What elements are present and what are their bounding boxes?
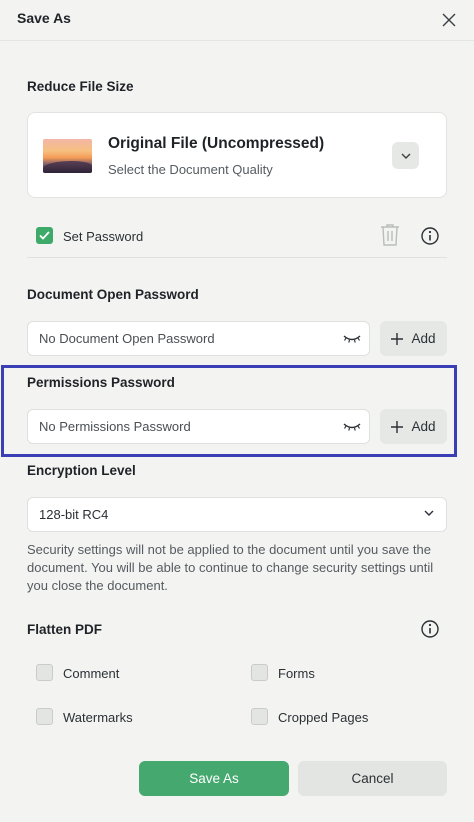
add-open-password-button[interactable]: Add [380, 321, 447, 356]
close-button[interactable] [436, 7, 462, 33]
set-password-label: Set Password [63, 229, 144, 244]
info-icon[interactable] [420, 226, 440, 246]
cropped-pages-checkbox[interactable] [251, 708, 268, 725]
watermarks-label: Watermarks [63, 710, 133, 725]
forms-label: Forms [278, 666, 315, 681]
document-thumbnail [43, 139, 92, 173]
set-password-checkbox[interactable] [36, 227, 53, 244]
title-bar: Save As [0, 0, 474, 41]
info-icon[interactable] [420, 619, 440, 639]
add-permissions-password-button[interactable]: Add [380, 409, 447, 444]
cancel-button[interactable]: Cancel [298, 761, 447, 796]
open-password-label: Document Open Password [27, 287, 199, 302]
compression-option-card[interactable]: Original File (Uncompressed) Select the … [27, 112, 447, 198]
open-password-field[interactable]: No Document Open Password [27, 321, 370, 356]
comment-checkbox[interactable] [36, 664, 53, 681]
comment-label: Comment [63, 666, 120, 681]
add-label: Add [411, 331, 436, 346]
open-password-placeholder: No Document Open Password [39, 331, 215, 346]
save-as-button[interactable]: Save As [139, 761, 289, 796]
compression-option-title: Original File (Uncompressed) [108, 135, 325, 152]
reduce-file-size-label: Reduce File Size [27, 79, 134, 94]
checkmark-icon [39, 231, 50, 240]
flatten-pdf-label: Flatten PDF [27, 622, 103, 637]
encryption-level-label: Encryption Level [27, 463, 136, 478]
permissions-password-label: Permissions Password [27, 375, 175, 390]
trash-icon[interactable] [379, 223, 401, 247]
plus-icon [391, 420, 404, 433]
security-note: Security settings will not be applied to… [27, 542, 434, 593]
permissions-password-placeholder: No Permissions Password [39, 419, 191, 434]
dialog-title: Save As [17, 10, 71, 26]
cropped-pages-label: Cropped Pages [278, 710, 369, 725]
encryption-level-select[interactable]: 128-bit RC4 [27, 497, 447, 532]
chevron-down-icon [424, 510, 434, 516]
save-as-dialog: Save As Reduce File Size Original File (… [0, 0, 474, 822]
hidden-eye-icon[interactable] [343, 422, 361, 432]
permissions-password-field[interactable]: No Permissions Password [27, 409, 370, 444]
plus-icon [391, 332, 404, 345]
close-icon [442, 13, 456, 27]
chevron-down-icon [401, 153, 410, 159]
encryption-level-value: 128-bit RC4 [39, 507, 109, 522]
compression-dropdown-button[interactable] [392, 142, 419, 169]
forms-checkbox[interactable] [251, 664, 268, 681]
watermarks-checkbox[interactable] [36, 708, 53, 725]
compression-option-subtitle: Select the Document Quality [108, 162, 273, 177]
add-label: Add [411, 419, 436, 434]
section-divider [27, 257, 447, 258]
hidden-eye-icon[interactable] [343, 334, 361, 344]
